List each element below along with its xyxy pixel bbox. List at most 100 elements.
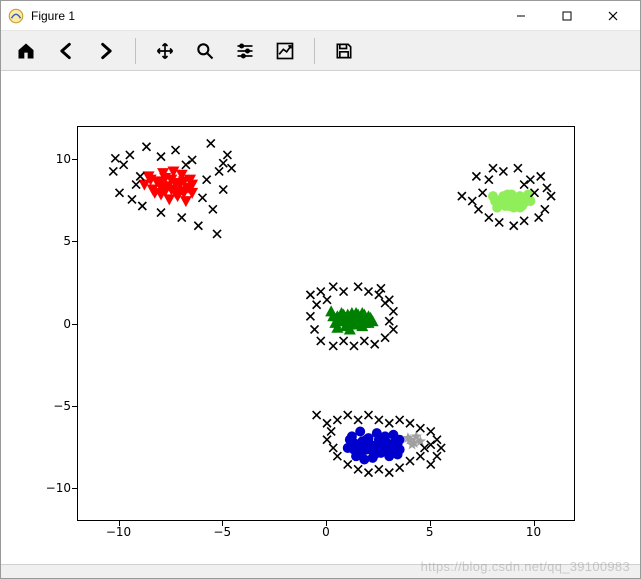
outliers-point: [396, 464, 404, 472]
outliers-point: [323, 419, 331, 427]
minimize-button[interactable]: [498, 1, 544, 31]
cluster-lightgreen-point: [525, 196, 535, 206]
outliers-point: [537, 172, 545, 180]
window-title: Figure 1: [31, 9, 75, 23]
outliers-point: [340, 337, 348, 345]
outliers-point: [138, 202, 146, 210]
outliers-point: [228, 164, 236, 172]
y-tick-label: 0: [31, 317, 71, 331]
cluster-lightgreen-point: [494, 199, 504, 209]
outliers-point: [427, 427, 435, 435]
outliers-point: [416, 452, 424, 460]
outliers-point: [406, 419, 414, 427]
outliers-point: [458, 192, 466, 200]
outliers-point: [510, 222, 518, 230]
outliers-point: [333, 416, 341, 424]
outliers-point: [543, 184, 551, 192]
outliers-point: [213, 230, 221, 238]
axes-button[interactable]: [266, 34, 304, 68]
outliers-point: [178, 214, 186, 222]
outliers-point: [126, 151, 134, 159]
outliers-point: [520, 181, 528, 189]
x-tick-label: 0: [322, 525, 330, 539]
outliers-point: [377, 284, 385, 292]
watermark-text: https://blog.csdn.net/qq_39100983: [421, 559, 630, 574]
outliers-point: [116, 189, 124, 197]
outliers-point: [109, 167, 117, 175]
cluster-blue-point: [345, 435, 355, 445]
cluster-blue-point: [355, 426, 365, 436]
app-icon: [7, 7, 25, 25]
outliers-point: [389, 307, 397, 315]
outliers-point: [354, 283, 362, 291]
y-tick-label: −5: [31, 399, 71, 413]
outliers-point: [219, 159, 227, 167]
outliers-point: [385, 419, 393, 427]
outliers-point: [142, 143, 150, 151]
outliers-point: [188, 156, 196, 164]
outliers-point: [479, 189, 487, 197]
outliers-point: [182, 161, 190, 169]
pan-button[interactable]: [146, 34, 184, 68]
outliers-point: [329, 283, 337, 291]
y-tick-label: 10: [31, 152, 71, 166]
outliers-point: [365, 469, 373, 477]
outliers-point: [485, 214, 493, 222]
outliers-point: [541, 205, 549, 213]
back-button[interactable]: [47, 34, 85, 68]
outliers-point: [311, 325, 319, 333]
outliers-point: [371, 340, 379, 348]
maximize-button[interactable]: [544, 1, 590, 31]
outliers-point: [485, 176, 493, 184]
outliers-point: [333, 452, 341, 460]
outliers-point: [306, 291, 314, 299]
cluster-lightgreen-point: [515, 203, 525, 213]
outliers-point: [385, 469, 393, 477]
outliers-point: [499, 167, 507, 175]
outliers-point: [433, 436, 441, 444]
outliers-point: [317, 288, 325, 296]
close-button[interactable]: [590, 1, 636, 31]
outliers-point: [111, 154, 119, 162]
outliers-point: [313, 411, 321, 419]
plot-canvas[interactable]: −10−50510−10−50510: [1, 71, 640, 564]
outliers-point: [120, 161, 128, 169]
outliers-point: [406, 457, 414, 465]
outliers-point: [385, 317, 393, 325]
subplots-button[interactable]: [226, 34, 264, 68]
outliers-point: [203, 176, 211, 184]
outliers-point: [375, 465, 383, 473]
outliers-point: [381, 334, 389, 342]
scatter-plot: [78, 127, 576, 522]
outliers-point: [327, 427, 335, 435]
outliers-point: [535, 214, 543, 222]
outliers-point: [416, 424, 424, 432]
outliers-point: [329, 342, 337, 350]
outliers-point: [354, 465, 362, 473]
cluster-red-point: [180, 196, 192, 207]
outliers-point: [520, 217, 528, 225]
cluster-lightgreen-point: [505, 201, 515, 211]
forward-button[interactable]: [87, 34, 125, 68]
outliers-point: [526, 176, 534, 184]
outliers-point: [344, 411, 352, 419]
home-button[interactable]: [7, 34, 45, 68]
outliers-point: [547, 192, 555, 200]
cluster-blue-point: [349, 445, 359, 455]
save-button[interactable]: [325, 34, 363, 68]
outliers-point: [474, 205, 482, 213]
outliers-point: [313, 301, 321, 309]
outliers-point: [350, 342, 358, 350]
y-tick-label: 5: [31, 234, 71, 248]
outliers-point: [365, 288, 373, 296]
outliers-point: [209, 205, 217, 213]
outliers-point: [323, 436, 331, 444]
outliers-point: [437, 444, 445, 452]
outliers-point: [354, 416, 362, 424]
outliers-point: [219, 186, 227, 194]
outliers-point: [495, 218, 503, 226]
outliers-point: [468, 197, 476, 205]
outliers-point: [340, 288, 348, 296]
zoom-button[interactable]: [186, 34, 224, 68]
outliers-point: [375, 416, 383, 424]
